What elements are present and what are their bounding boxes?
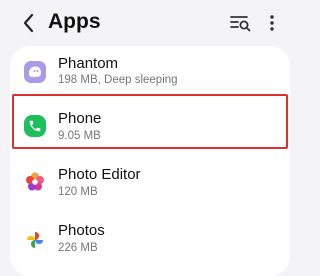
list-item-phone[interactable]: Phone 9.05 MB — [10, 100, 290, 158]
more-options-button[interactable] — [264, 11, 280, 35]
list-item-phantom[interactable]: Phantom 198 MB, Deep sleeping — [10, 46, 290, 104]
app-name: Photos — [58, 222, 105, 239]
app-name: Photo Editor — [58, 166, 141, 183]
filter-search-button[interactable] — [228, 11, 252, 35]
page-title: Apps — [48, 10, 101, 33]
phone-icon — [24, 115, 46, 137]
app-detail: 9.05 MB — [58, 130, 101, 142]
app-name: Phone — [58, 110, 102, 127]
google-photos-pinwheel-icon — [24, 229, 46, 251]
apps-list: Phantom 198 MB, Deep sleeping Phone 9.05… — [10, 46, 290, 276]
list-item-photo-editor[interactable]: Photo Editor 120 MB — [10, 158, 290, 216]
list-item-photos[interactable]: Photos 226 MB — [10, 214, 290, 272]
filter-search-icon — [230, 16, 251, 32]
app-detail: 120 MB — [58, 186, 98, 198]
app-detail: 226 MB — [58, 242, 98, 254]
photo-editor-flower-icon — [24, 171, 46, 193]
more-vertical-icon — [270, 15, 274, 31]
back-button[interactable] — [18, 12, 40, 34]
phantom-ghost-icon — [24, 61, 46, 83]
app-name: Phantom — [58, 55, 119, 72]
app-detail: 198 MB, Deep sleeping — [58, 74, 178, 86]
back-arrow-icon — [23, 13, 34, 33]
app-bar: Apps — [0, 0, 300, 48]
